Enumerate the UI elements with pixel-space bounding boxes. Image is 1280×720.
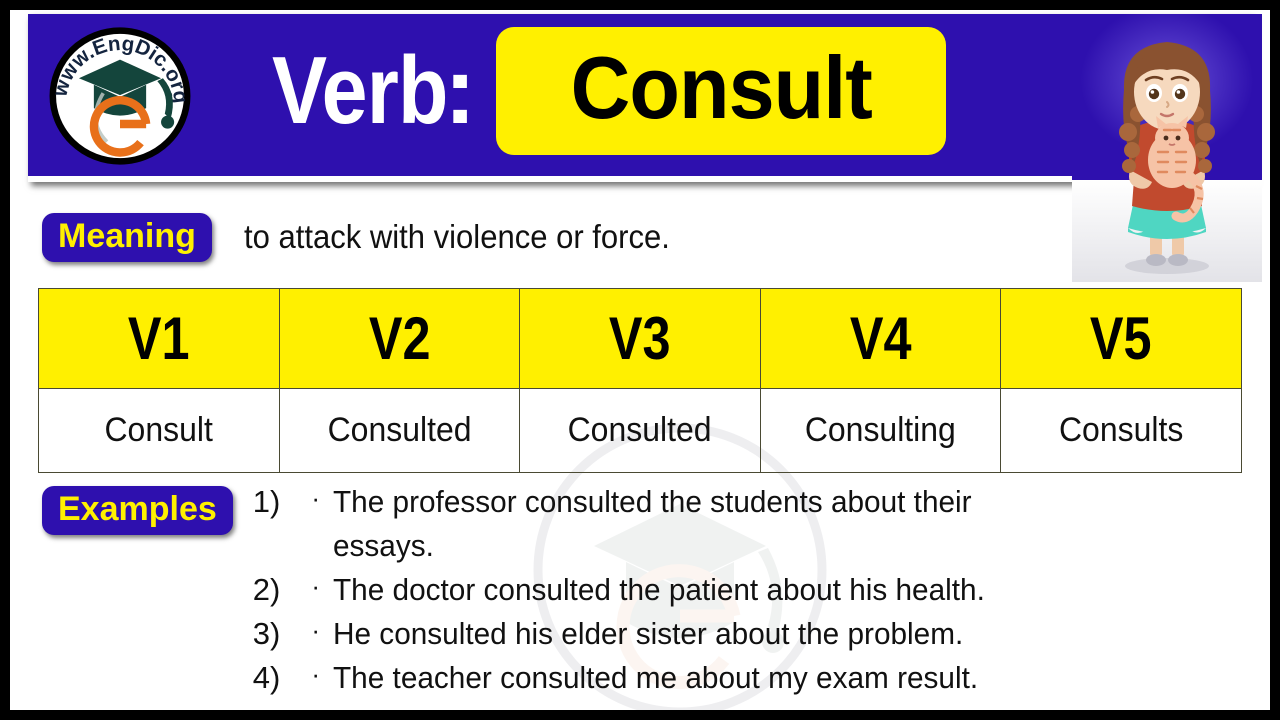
- engdic-logo-icon: www.EngDic.org: [48, 27, 192, 165]
- word-label: Consult: [570, 38, 872, 137]
- example-text: The doctor consulted the patient about h…: [332, 572, 985, 608]
- bullet-icon: ·: [311, 615, 321, 646]
- table-cell-v1: Consult: [38, 388, 280, 473]
- table-header-v3: V3: [519, 288, 761, 389]
- examples-list: 1) · The professor consulted the student…: [253, 480, 1252, 700]
- table-header-v1: V1: [38, 288, 280, 389]
- table-cell-v3: Consulted: [519, 388, 761, 473]
- title-colon: :: [444, 37, 477, 144]
- header-label: V5: [1090, 305, 1153, 372]
- poster-sheet: www.EngDic.org Verb : Consult Meaning to…: [10, 10, 1270, 710]
- bullet-icon: ·: [311, 659, 321, 690]
- list-item: 1) · The professor consulted the student…: [253, 480, 1252, 568]
- header-label: V2: [368, 305, 431, 372]
- example-text: The professor consulted the students abo…: [332, 484, 972, 564]
- example-number: 3): [252, 616, 281, 652]
- table-cell-v2: Consulted: [278, 388, 521, 473]
- table-row: Consult Consulted Consulted Consulting C…: [38, 388, 1242, 473]
- header-label: V4: [849, 305, 912, 372]
- girl-holding-cat-illustration: [1072, 14, 1262, 282]
- part-of-speech-label: Verb: [272, 37, 448, 144]
- example-number: 1): [252, 484, 281, 519]
- list-item: 4) · The teacher consulted me about my e…: [253, 656, 1252, 700]
- form-label: Consult: [104, 411, 213, 449]
- table-header-v2: V2: [278, 288, 521, 389]
- examples-row: Examples 1) · The professor consulted th…: [28, 480, 1252, 700]
- list-item: 3) · He consulted his elder sister about…: [253, 612, 1252, 656]
- meaning-label: Meaning: [42, 212, 212, 262]
- example-number: 4): [252, 660, 281, 696]
- table-header-v5: V5: [1000, 288, 1242, 389]
- header-label: V3: [609, 305, 671, 372]
- table-cell-v4: Consulting: [759, 388, 1002, 473]
- banner-title: Verb : Consult: [272, 10, 947, 172]
- verb-forms-table: V1 V2 V3 V4 V5 Consult Consulted Consult…: [38, 288, 1242, 473]
- table-cell-v5: Consults: [1000, 388, 1242, 473]
- meaning-text: to attack with violence or force.: [243, 218, 670, 255]
- form-label: Consulted: [327, 411, 472, 449]
- example-text: The teacher consulted me about my exam r…: [332, 660, 978, 696]
- bullet-icon: ·: [311, 483, 321, 513]
- word-highlight-box: Consult: [496, 27, 947, 155]
- example-text: He consulted his elder sister about the …: [332, 616, 964, 652]
- list-item: 2) · The doctor consulted the patient ab…: [253, 568, 1252, 612]
- example-number: 2): [252, 572, 281, 608]
- form-label: Consulting: [805, 411, 957, 449]
- bullet-icon: ·: [311, 571, 321, 602]
- examples-label: Examples: [42, 486, 233, 535]
- poster: www.EngDic.org Verb : Consult Meaning to…: [0, 0, 1280, 720]
- table-header-v4: V4: [759, 288, 1002, 389]
- meaning-row: Meaning to attack with violence or force…: [28, 196, 1252, 278]
- form-label: Consults: [1059, 411, 1184, 449]
- form-label: Consulted: [568, 411, 712, 449]
- header-label: V1: [127, 305, 190, 372]
- table-header-row: V1 V2 V3 V4 V5: [38, 288, 1242, 389]
